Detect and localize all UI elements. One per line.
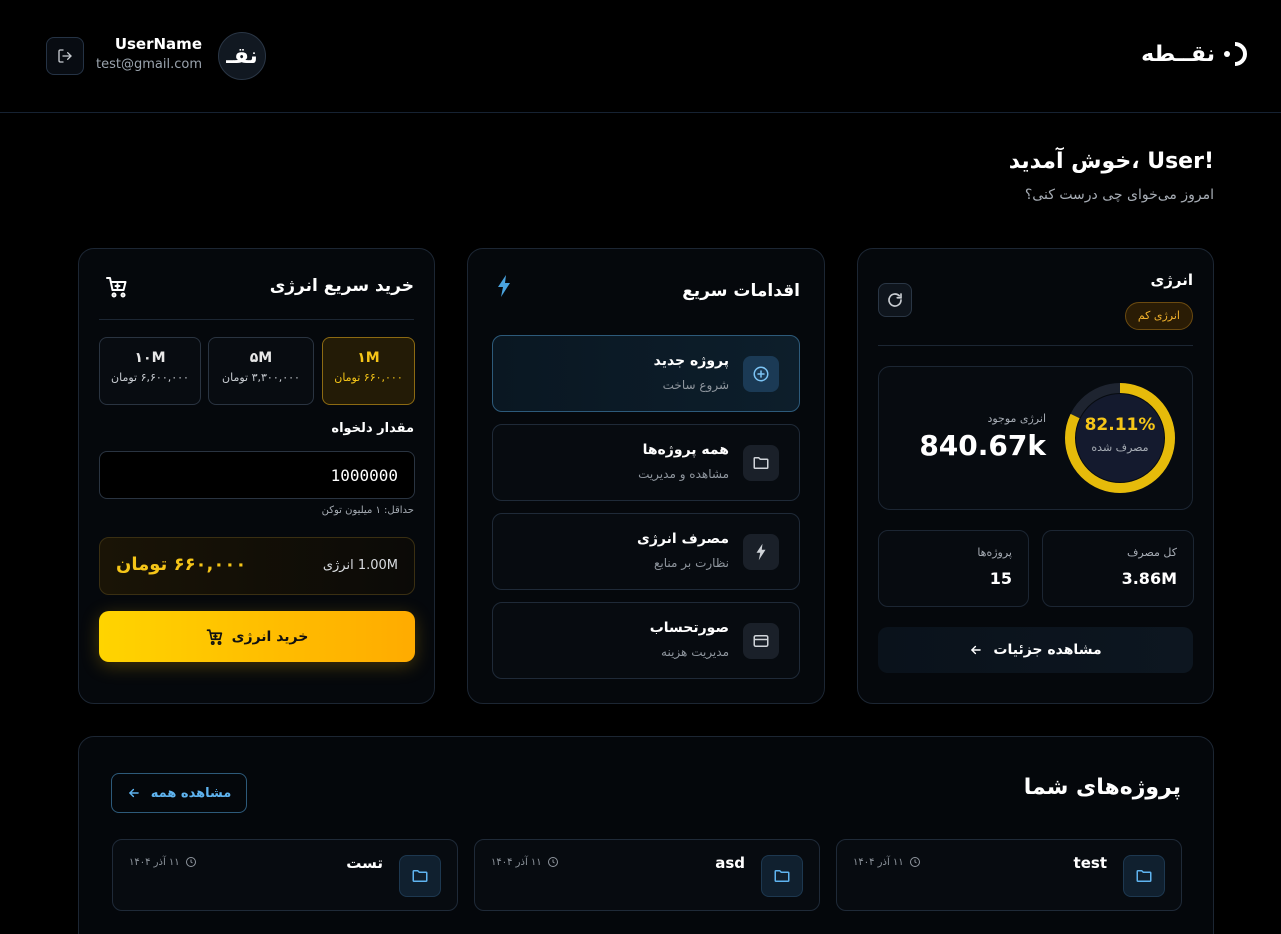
quick-buy-title: خرید سریع انرژی (269, 276, 414, 296)
user-email: test@gmail.com (96, 57, 202, 72)
credit-card-icon (743, 623, 779, 659)
energy-title: انرژی (1150, 271, 1194, 289)
project-card[interactable]: تست ۱۱ آذر ۱۴۰۴ (112, 839, 458, 911)
cart-icon (206, 628, 222, 645)
clock-icon (909, 857, 920, 867)
project-date: ۱۱ آذر ۱۴۰۴ (129, 856, 197, 868)
summary-amount: 1.00M انرژی (322, 558, 398, 573)
logo-mark-icon (1224, 42, 1247, 66)
projects-count-label: پروژه‌ها (977, 546, 1012, 559)
refresh-icon (888, 293, 902, 307)
plus-circle-icon (743, 356, 779, 392)
projects-title: پروژه‌های شما (1023, 775, 1181, 800)
project-card[interactable]: test ۱۱ آذر ۱۴۰۴ (836, 839, 1182, 911)
folder-icon (743, 445, 779, 481)
project-date-text: ۱۱ آذر ۱۴۰۴ (491, 856, 542, 868)
avatar[interactable]: نقـ (218, 32, 266, 80)
action-subtitle: مدیریت هزینه (661, 645, 729, 659)
logout-icon (58, 49, 72, 63)
quick-actions-title: اقدامات سریع (682, 281, 800, 301)
user-info: UserName test@gmail.com (96, 34, 202, 76)
clock-icon (185, 857, 196, 867)
buy-energy-button[interactable]: خرید انرژی (99, 611, 415, 662)
divider (878, 345, 1193, 346)
logout-button[interactable] (46, 37, 84, 75)
package-5m[interactable]: ۵M ۳,۳۰۰,۰۰۰ تومان (208, 337, 314, 405)
energy-card: انرژی انرژی کم 82.11% مصرف شده انرژی موج… (857, 248, 1214, 704)
package-1m[interactable]: ۱M ۶۶۰,۰۰۰ تومان (322, 337, 415, 405)
custom-amount-label: مقدار دلخواه (331, 421, 414, 436)
available-energy-label: انرژی موجود (987, 412, 1046, 425)
bolt-icon (743, 534, 779, 570)
arrow-left-icon (971, 645, 982, 655)
package-10m[interactable]: ۱۰M ۶,۶۰۰,۰۰۰ تومان (99, 337, 201, 405)
buy-energy-label: خرید انرژی (231, 628, 309, 645)
package-price: ۶۶۰,۰۰۰ تومان (334, 371, 403, 384)
total-usage-stat: کل مصرف 3.86M (1042, 530, 1194, 607)
gauge-label: مصرف شده (1091, 441, 1149, 454)
folder-icon (399, 855, 441, 897)
quick-buy-card: خرید سریع انرژی ۱M ۶۶۰,۰۰۰ تومان ۵M ۳,۳۰… (78, 248, 435, 704)
view-details-button[interactable]: مشاهده جزئیات (878, 627, 1193, 673)
action-title: مصرف انرژی (637, 531, 729, 547)
projects-count-value: 15 (989, 569, 1012, 588)
avatar-text: نقـ (226, 43, 258, 69)
welcome-subtitle: امروز می‌خوای چی درست کنی؟ (1024, 187, 1214, 203)
available-energy-value: 840.67k (919, 429, 1046, 462)
logo-text: نقــطه (1141, 41, 1215, 67)
projects-count-stat: پروژه‌ها 15 (878, 530, 1029, 607)
action-subtitle: مشاهده و مدیریت (638, 467, 729, 481)
custom-amount-hint: حداقل: ۱ میلیون توکن (321, 505, 414, 516)
cart-icon (106, 277, 127, 298)
action-billing[interactable]: صورتحساب مدیریت هزینه (492, 602, 800, 679)
clock-icon (547, 857, 558, 867)
summary-price: ۶۶۰,۰۰۰ تومان (116, 554, 247, 575)
action-title: صورتحساب (649, 620, 729, 636)
projects-section: پروژه‌های شما مشاهده همه test ۱۱ آذر ۱۴۰… (78, 736, 1214, 934)
low-energy-badge: انرژی کم (1124, 302, 1193, 330)
package-amount: ۱۰M (134, 350, 166, 366)
project-date-text: ۱۱ آذر ۱۴۰۴ (129, 856, 180, 868)
package-amount: ۱M (357, 350, 380, 366)
action-all-projects[interactable]: همه پروژه‌ها مشاهده و مدیریت (492, 424, 800, 501)
total-usage-label: کل مصرف (1127, 546, 1177, 559)
welcome-section: !User ،خوش آمدید امروز می‌خوای چی درست ک… (1009, 145, 1214, 203)
package-amount: ۵M (249, 350, 273, 366)
project-name: asd (715, 854, 745, 872)
view-details-label: مشاهده جزئیات (993, 642, 1102, 658)
project-date: ۱۱ آذر ۱۴۰۴ (853, 856, 921, 868)
bolt-icon (498, 275, 510, 297)
arrow-left-icon (128, 788, 139, 798)
action-title: همه پروژه‌ها (642, 442, 729, 458)
app-logo[interactable]: نقــطه (1141, 40, 1247, 68)
project-card[interactable]: asd ۱۱ آذر ۱۴۰۴ (474, 839, 820, 911)
refresh-button[interactable] (878, 283, 912, 317)
welcome-title: !User ،خوش آمدید (1008, 149, 1214, 174)
project-name: تست (346, 854, 383, 872)
action-energy-usage[interactable]: مصرف انرژی نظارت بر منابع (492, 513, 800, 590)
divider (99, 319, 414, 320)
project-date: ۱۱ آذر ۱۴۰۴ (491, 856, 559, 868)
quick-actions-card: اقدامات سریع پروژه جدید شروع ساخت همه پر… (467, 248, 825, 704)
energy-gauge-box: 82.11% مصرف شده انرژی موجود 840.67k (878, 366, 1193, 510)
view-all-label: مشاهده همه (150, 785, 232, 801)
action-subtitle: شروع ساخت (662, 378, 729, 392)
total-usage-value: 3.86M (1121, 569, 1177, 588)
gauge-percent: 82.11% (1084, 415, 1156, 435)
top-header: UserName test@gmail.com نقـ نقــطه (0, 0, 1281, 113)
action-title: پروژه جدید (653, 353, 729, 369)
energy-gauge (1065, 383, 1175, 493)
user-name: UserName (114, 35, 202, 53)
action-new-project[interactable]: پروژه جدید شروع ساخت (492, 335, 800, 412)
purchase-summary: 1.00M انرژی ۶۶۰,۰۰۰ تومان (99, 537, 415, 595)
action-subtitle: نظارت بر منابع (654, 556, 729, 570)
project-name: test (1073, 854, 1107, 872)
project-date-text: ۱۱ آذر ۱۴۰۴ (853, 856, 904, 868)
folder-icon (761, 855, 803, 897)
package-price: ۶,۶۰۰,۰۰۰ تومان (111, 371, 189, 384)
package-price: ۳,۳۰۰,۰۰۰ تومان (222, 371, 300, 384)
folder-icon (1123, 855, 1165, 897)
custom-amount-input[interactable] (99, 451, 415, 499)
view-all-button[interactable]: مشاهده همه (111, 773, 247, 813)
